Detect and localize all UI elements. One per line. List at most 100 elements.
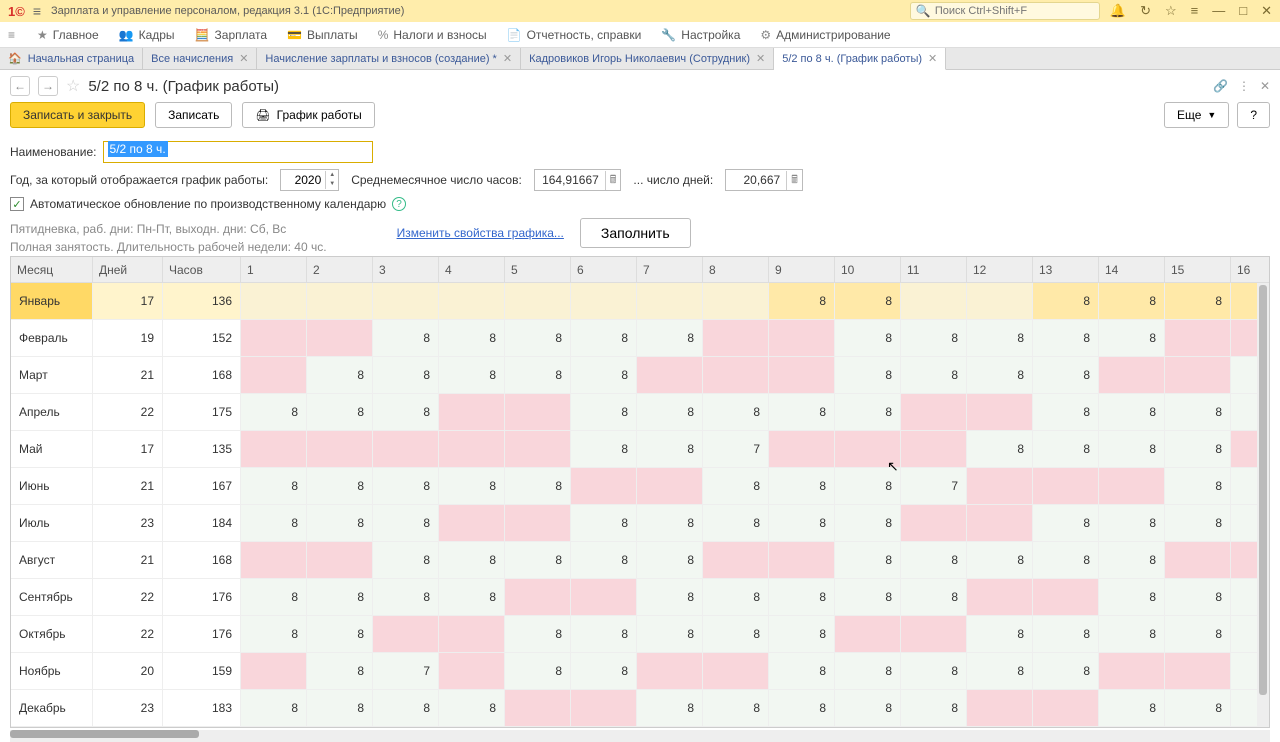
table-cell[interactable] (505, 283, 571, 320)
table-cell[interactable] (637, 357, 703, 394)
table-cell[interactable] (1099, 468, 1165, 505)
table-cell[interactable]: 8 (769, 579, 835, 616)
table-cell[interactable]: Октябрь (11, 616, 93, 653)
table-cell[interactable]: 8 (835, 357, 901, 394)
tab-item-3[interactable]: 5/2 по 8 ч. (График работы)✕ (774, 48, 946, 70)
table-cell[interactable] (1165, 320, 1231, 357)
table-cell[interactable]: 8 (637, 579, 703, 616)
table-cell[interactable]: 8 (1165, 283, 1231, 320)
tab-item-2[interactable]: Кадровиков Игорь Николаевич (Сотрудник)✕ (521, 48, 774, 69)
table-cell[interactable] (505, 394, 571, 431)
table-cell[interactable]: 8 (1099, 505, 1165, 542)
table-cell[interactable] (373, 283, 439, 320)
table-cell[interactable]: 8 (967, 653, 1033, 690)
table-cell[interactable]: Февраль (11, 320, 93, 357)
table-cell[interactable]: 8 (769, 468, 835, 505)
table-cell[interactable]: Ноябрь (11, 653, 93, 690)
spin-down-icon[interactable]: ▼ (326, 180, 338, 189)
menu-icon[interactable]: ≡ (33, 3, 41, 19)
menu-item-0[interactable]: ★Главное (37, 28, 99, 42)
table-cell[interactable]: 8 (439, 579, 505, 616)
close-icon[interactable]: ✕ (239, 52, 248, 65)
table-cell[interactable] (769, 320, 835, 357)
table-cell[interactable] (373, 616, 439, 653)
table-cell[interactable]: 8 (439, 542, 505, 579)
menu-item-7[interactable]: ⚙Администрирование (760, 28, 890, 42)
table-cell[interactable]: 8 (769, 616, 835, 653)
table-cell[interactable]: 8 (637, 505, 703, 542)
table-cell[interactable] (835, 431, 901, 468)
table-cell[interactable] (505, 431, 571, 468)
table-cell[interactable]: 8 (571, 394, 637, 431)
table-cell[interactable]: 167 (163, 468, 241, 505)
table-cell[interactable]: 8 (901, 579, 967, 616)
table-cell[interactable]: 184 (163, 505, 241, 542)
table-cell[interactable]: 152 (163, 320, 241, 357)
menu-item-3[interactable]: 💳Выплаты (287, 28, 358, 42)
menu-item-2[interactable]: 🧮Зарплата (195, 28, 268, 42)
table-cell[interactable]: Январь (11, 283, 93, 320)
table-cell[interactable]: Июнь (11, 468, 93, 505)
table-cell[interactable] (241, 431, 307, 468)
table-cell[interactable]: 19 (93, 320, 163, 357)
table-cell[interactable]: 168 (163, 357, 241, 394)
close-icon[interactable]: ✕ (503, 52, 512, 65)
nav-forward-button[interactable]: → (38, 76, 58, 96)
table-cell[interactable] (967, 283, 1033, 320)
close-icon[interactable]: ✕ (756, 52, 765, 65)
table-cell[interactable]: 23 (93, 690, 163, 727)
link-icon[interactable]: 🔗 (1213, 79, 1228, 93)
table-cell[interactable]: 8 (1099, 283, 1165, 320)
table-cell[interactable]: 8 (373, 468, 439, 505)
table-cell[interactable]: 8 (439, 690, 505, 727)
maximize-icon[interactable]: □ (1239, 3, 1247, 19)
table-cell[interactable]: 8 (1099, 616, 1165, 653)
year-input[interactable] (281, 173, 325, 187)
table-cell[interactable]: 8 (241, 468, 307, 505)
calc-icon[interactable]: 🖩 (605, 171, 621, 190)
menu-item-5[interactable]: 📄Отчетность, справки (507, 28, 642, 42)
table-cell[interactable]: 8 (1099, 690, 1165, 727)
menu-item-6[interactable]: 🔧Настройка (661, 28, 740, 42)
print-button[interactable]: 🖨 График работы (242, 102, 374, 128)
table-cell[interactable] (1033, 690, 1099, 727)
table-cell[interactable]: 8 (901, 653, 967, 690)
table-cell[interactable] (571, 283, 637, 320)
table-cell[interactable]: 8 (1165, 505, 1231, 542)
more-menu-icon[interactable]: ⋮ (1238, 79, 1250, 93)
table-cell[interactable] (439, 394, 505, 431)
table-cell[interactable]: 21 (93, 468, 163, 505)
table-cell[interactable] (703, 357, 769, 394)
table-cell[interactable]: 8 (373, 579, 439, 616)
tab-item-1[interactable]: Начисление зарплаты и взносов (создание)… (257, 48, 521, 69)
favorite-star-icon[interactable]: ☆ (66, 76, 80, 96)
table-cell[interactable]: 176 (163, 579, 241, 616)
table-cell[interactable] (439, 431, 505, 468)
table-cell[interactable] (1033, 579, 1099, 616)
table-cell[interactable] (703, 283, 769, 320)
table-cell[interactable]: Апрель (11, 394, 93, 431)
table-cell[interactable]: 8 (373, 542, 439, 579)
table-cell[interactable]: 8 (901, 357, 967, 394)
table-cell[interactable]: 8 (439, 468, 505, 505)
table-cell[interactable] (439, 653, 505, 690)
table-cell[interactable]: 8 (1033, 320, 1099, 357)
table-cell[interactable]: 8 (703, 468, 769, 505)
table-cell[interactable]: 8 (835, 653, 901, 690)
table-cell[interactable] (703, 320, 769, 357)
table-cell[interactable]: 8 (901, 320, 967, 357)
table-cell[interactable]: 8 (571, 431, 637, 468)
table-cell[interactable] (967, 579, 1033, 616)
table-cell[interactable]: 8 (703, 394, 769, 431)
table-cell[interactable]: 8 (967, 357, 1033, 394)
table-cell[interactable]: 22 (93, 616, 163, 653)
table-cell[interactable]: 8 (373, 505, 439, 542)
vertical-scrollbar[interactable] (1257, 283, 1269, 727)
spin-up-icon[interactable]: ▲ (326, 171, 338, 180)
auto-update-checkbox[interactable]: ✓ (10, 197, 24, 211)
table-cell[interactable]: 8 (439, 357, 505, 394)
table-cell[interactable] (769, 542, 835, 579)
table-cell[interactable]: 8 (505, 616, 571, 653)
table-cell[interactable] (901, 283, 967, 320)
table-cell[interactable] (1099, 653, 1165, 690)
